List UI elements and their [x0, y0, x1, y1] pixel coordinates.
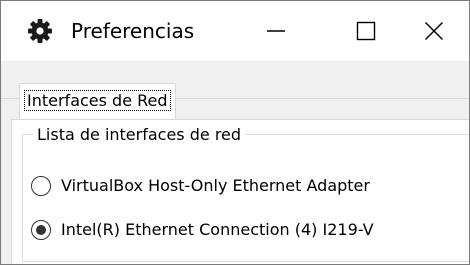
- tab-panel: Lista de interfaces de red VirtualBox Ho…: [11, 119, 469, 264]
- window-content: Interfaces de Red Lista de interfaces de…: [1, 61, 469, 264]
- radio-selected-dot: [36, 225, 46, 235]
- gear-icon: [27, 18, 53, 44]
- radio-label[interactable]: VirtualBox Host-Only Ethernet Adapter: [61, 173, 370, 199]
- window-title: Preferencias: [71, 19, 195, 43]
- minimize-button[interactable]: [231, 1, 321, 61]
- radio-button[interactable]: [31, 176, 51, 196]
- tab-label: Interfaces de Red: [24, 90, 171, 111]
- group-title: Lista de interfaces de red: [33, 125, 246, 145]
- tab-interfaces-de-red[interactable]: Interfaces de Red: [19, 83, 176, 119]
- close-button[interactable]: [399, 1, 469, 61]
- maximize-button[interactable]: [321, 1, 411, 61]
- radio-label[interactable]: Intel(R) Ethernet Connection (4) I219-V: [61, 217, 374, 243]
- title-bar[interactable]: Preferencias: [1, 1, 469, 61]
- preferences-window: Preferencias Interfaces de Red Lista de …: [0, 0, 470, 265]
- interfaces-group: Lista de interfaces de red VirtualBox Ho…: [22, 125, 469, 262]
- radio-button[interactable]: [31, 220, 51, 240]
